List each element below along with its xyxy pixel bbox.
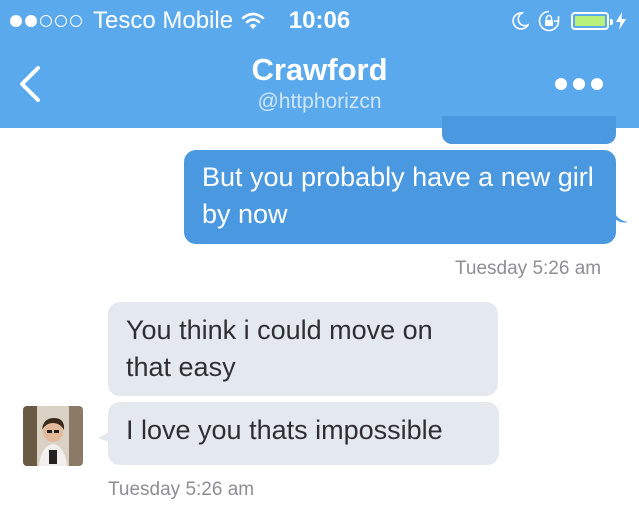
contact-name[interactable]: Crawford	[0, 52, 639, 88]
previous-message-bubble	[442, 116, 616, 144]
more-dots-icon[interactable]	[549, 78, 603, 90]
message-text: You think i could move on that easy	[126, 315, 433, 382]
contact-handle[interactable]: @httphorizcn	[0, 90, 639, 114]
incoming-message-bubble[interactable]: You think i could move on that easy	[108, 302, 498, 396]
incoming-message-bubble[interactable]: I love you thats impossible	[108, 402, 499, 465]
battery-level	[575, 16, 605, 26]
status-icons	[511, 9, 627, 33]
charging-bolt-icon	[616, 12, 626, 30]
bubble-tail	[98, 431, 111, 443]
conversation-header: Tesco Mobile 10:06 Crawford @httphorizcn	[0, 0, 639, 128]
outgoing-message-bubble[interactable]: But you probably have a new girl by now	[184, 150, 616, 244]
status-bar: Tesco Mobile 10:06	[0, 0, 639, 40]
avatar[interactable]	[23, 406, 83, 466]
message-text: I love you thats impossible	[126, 415, 443, 445]
rotation-lock-icon	[538, 10, 560, 32]
outgoing-timestamp: Tuesday 5:26 am	[455, 258, 602, 279]
message-text: But you probably have a new girl by now	[202, 162, 594, 229]
moon-icon	[512, 12, 529, 30]
battery-icon	[571, 12, 613, 30]
incoming-timestamp: Tuesday 5:26 am	[108, 479, 255, 500]
bubble-tail	[614, 210, 628, 223]
